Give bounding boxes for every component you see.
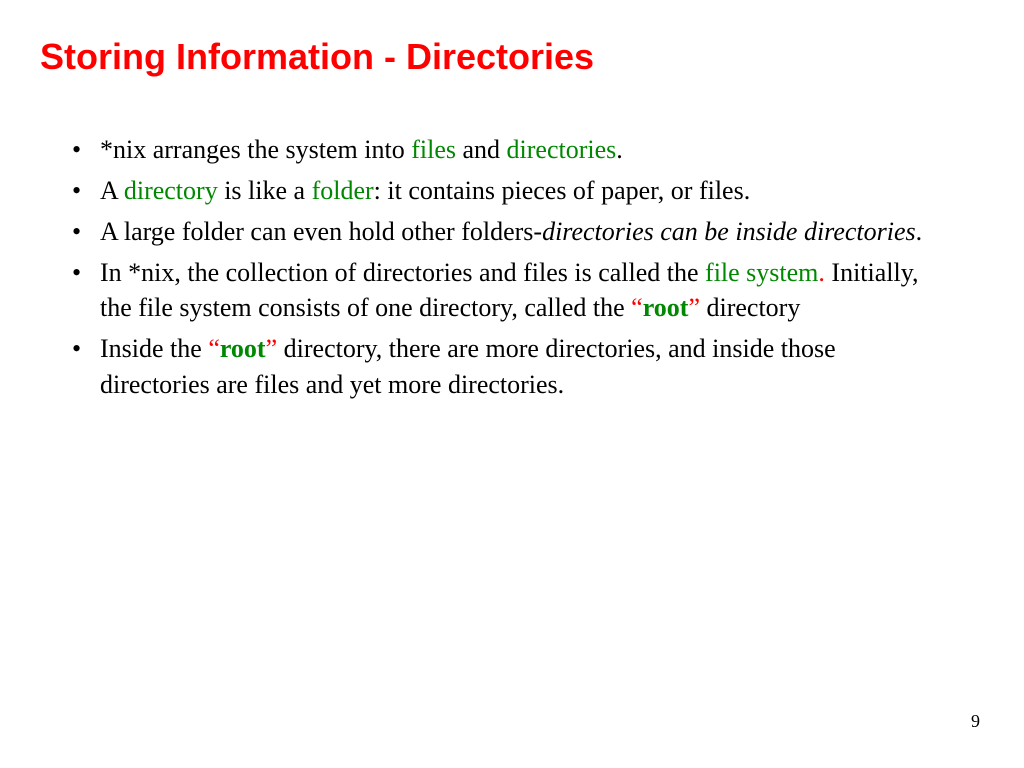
quote-open: “	[208, 334, 220, 363]
bullet-item: A directory is like a folder: it contain…	[100, 173, 944, 208]
text: In *nix, the collection of directories a…	[100, 258, 705, 287]
text: A	[100, 176, 124, 205]
keyword-folder: folder	[312, 176, 374, 205]
text: .	[616, 135, 623, 164]
text: *nix arranges the system into	[100, 135, 411, 164]
bullet-item: In *nix, the collection of directories a…	[100, 255, 944, 325]
text: and	[456, 135, 507, 164]
bullet-list: *nix arranges the system into files and …	[40, 132, 984, 402]
text: .	[916, 217, 923, 246]
text: Inside the	[100, 334, 208, 363]
emphasis: directories can be inside directories	[542, 217, 916, 246]
text: directory	[700, 293, 800, 322]
page-number: 9	[971, 711, 980, 732]
keyword-directory: directory	[124, 176, 218, 205]
keyword-directories: directories	[507, 135, 617, 164]
text: A large folder can even hold other folde…	[100, 217, 542, 246]
text: is like a	[218, 176, 312, 205]
slide: Storing Information - Directories *nix a…	[0, 0, 1024, 768]
bullet-item: Inside the “root” directory, there are m…	[100, 331, 944, 401]
keyword-files: files	[411, 135, 456, 164]
quote-close: ”	[688, 293, 700, 322]
keyword-root: root	[220, 334, 266, 363]
bullet-item: *nix arranges the system into files and …	[100, 132, 944, 167]
bullet-item: A large folder can even hold other folde…	[100, 214, 944, 249]
slide-title: Storing Information - Directories	[40, 36, 984, 78]
quote-close: ”	[266, 334, 278, 363]
keyword-file-system: file system	[705, 258, 818, 287]
keyword-root: root	[643, 293, 689, 322]
text: : it contains pieces of paper, or files.	[374, 176, 751, 205]
quote-open: “	[631, 293, 643, 322]
